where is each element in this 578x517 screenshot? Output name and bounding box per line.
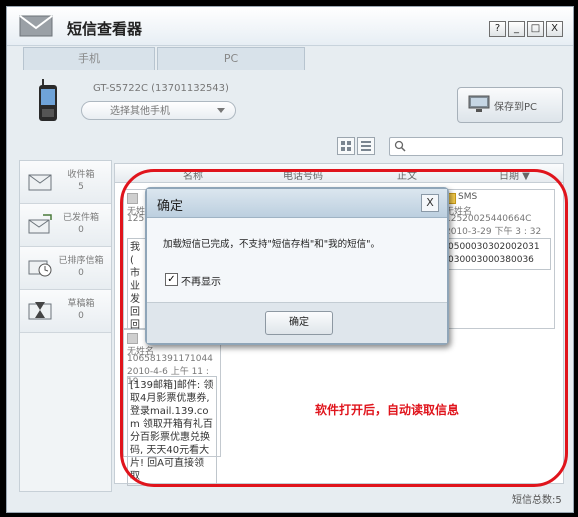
dialog-close-button[interactable]: X (421, 194, 439, 212)
dont-show-again-checkbox[interactable]: ✓ (165, 273, 178, 286)
confirm-dialog: 确定 X 加载短信已完成，不支持"短信存档"和"我的短信"。 ✓ 不再显示 确定 (145, 187, 449, 345)
save-to-pc-button[interactable]: 保存到PC (457, 87, 563, 123)
title-bar: 短信查看器 ? _ □ X (7, 7, 573, 46)
scheduled-icon (28, 260, 52, 277)
folder-count: 5 (78, 182, 84, 192)
folder-name: 收件箱 (67, 170, 95, 180)
list-view-button[interactable] (357, 137, 375, 155)
phone-panel: GT-S5722C (13701132543) 选择其他手机 保存到PC (19, 73, 563, 129)
envelope-logo-icon (19, 15, 53, 37)
source-tabs: 手机 PC (7, 47, 573, 71)
monitor-icon (468, 95, 490, 112)
minimize-button[interactable]: _ (508, 21, 525, 37)
app-title: 短信查看器 (67, 20, 143, 38)
card-view-button[interactable] (337, 137, 355, 155)
maximize-button[interactable]: □ (527, 21, 544, 37)
select-phone-dropdown[interactable]: 选择其他手机 (81, 101, 236, 120)
folder-sidebar: 收件箱 5 已发件箱 0 已排序信箱 0 草稿箱 0 (19, 160, 112, 492)
list-view-icon (361, 141, 371, 151)
sidebar-item-sent[interactable]: 已发件箱 0 (20, 204, 111, 247)
save-to-pc-label: 保存到PC (494, 102, 538, 113)
folder-count: 0 (78, 225, 84, 235)
drafts-icon (28, 302, 52, 320)
app-window: 短信查看器 ? _ □ X 手机 PC GT-S5722C (137011325… (6, 6, 574, 513)
folder-name: 草稿箱 (67, 299, 95, 309)
tab-phone[interactable]: 手机 (23, 47, 155, 70)
dialog-message: 加载短信已完成，不支持"短信存档"和"我的短信"。 (163, 239, 380, 250)
ok-button[interactable]: 确定 (265, 311, 333, 335)
search-icon (394, 140, 406, 152)
tab-pc[interactable]: PC (157, 47, 305, 70)
outbox-icon (28, 214, 52, 234)
sidebar-item-scheduled[interactable]: 已排序信箱 0 (20, 247, 111, 290)
folder-count: 0 (78, 311, 84, 321)
dialog-title-bar: 确定 X (147, 189, 447, 218)
help-button[interactable]: ? (489, 21, 506, 37)
folder-count: 0 (78, 268, 84, 278)
search-input[interactable] (389, 137, 563, 156)
close-button[interactable]: X (546, 21, 563, 37)
folder-name: 已排序信箱 (58, 256, 104, 266)
dialog-footer: 确定 (147, 302, 447, 343)
sms-total-count: 短信总数:5 (512, 495, 562, 506)
inbox-icon (28, 174, 52, 191)
chevron-down-icon (217, 108, 225, 113)
dialog-title: 确定 (157, 199, 184, 214)
mobile-phone-icon (39, 79, 57, 121)
annotation-text: 软件打开后，自动读取信息 (315, 403, 460, 417)
select-phone-label: 选择其他手机 (110, 106, 170, 117)
dont-show-again-label[interactable]: 不再显示 (181, 273, 221, 288)
view-toolbar (19, 135, 563, 157)
sidebar-item-inbox[interactable]: 收件箱 5 (20, 161, 111, 204)
grid-view-icon (341, 141, 351, 151)
folder-name: 已发件箱 (62, 213, 99, 223)
phone-model: GT-S5722C (13701132543) (93, 83, 229, 94)
sidebar-item-drafts[interactable]: 草稿箱 0 (20, 290, 111, 333)
